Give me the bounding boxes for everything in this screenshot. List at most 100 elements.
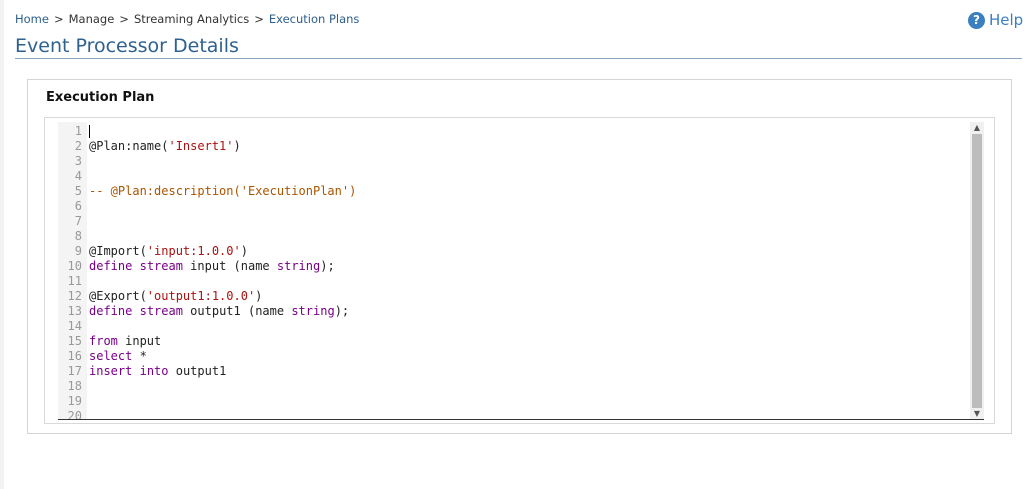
line-text: insert into output1 bbox=[87, 364, 226, 379]
code-token: -- @Plan:description('ExecutionPlan') bbox=[89, 184, 357, 198]
code-token: ) bbox=[255, 289, 263, 303]
code-token: ) bbox=[240, 244, 248, 258]
code-token: into bbox=[139, 364, 169, 378]
code-token: @Plan:name( bbox=[89, 139, 169, 153]
code-line[interactable]: 2 @Plan:name('Insert1') bbox=[58, 139, 970, 154]
line-number: 18 bbox=[67, 379, 82, 393]
line-text bbox=[87, 274, 89, 289]
code-line[interactable]: 20 bbox=[58, 409, 970, 420]
editor-frame: 1 2 @Plan:name('Insert1') 3 4 5 -- @Plan:descr… bbox=[44, 117, 995, 424]
code-line[interactable]: 16 select * bbox=[58, 349, 970, 364]
line-text: define stream output1 (name string); bbox=[87, 304, 349, 319]
code-token: input (name bbox=[182, 259, 277, 273]
help-link[interactable]: ? Help bbox=[968, 11, 1023, 29]
editor-scrollbar[interactable]: ▲ ▼ bbox=[970, 122, 984, 419]
line-number: 3 bbox=[74, 154, 82, 168]
code-token: 'input:1.0.0' bbox=[146, 244, 241, 258]
code-line[interactable]: 18 bbox=[58, 379, 970, 394]
code-token: define bbox=[89, 259, 133, 273]
breadcrumb-separator: > bbox=[254, 12, 264, 26]
code-token: string bbox=[291, 304, 335, 318]
code-line[interactable]: 6 bbox=[58, 199, 970, 214]
line-number: 5 bbox=[74, 184, 82, 198]
code-lines[interactable]: 1 2 @Plan:name('Insert1') 3 4 5 -- @Plan:descr… bbox=[58, 124, 970, 420]
breadcrumb-execution-plans[interactable]: Execution Plans bbox=[269, 12, 360, 26]
code-line[interactable]: 13 define stream output1 (name string); bbox=[58, 304, 970, 319]
line-number: 10 bbox=[67, 259, 82, 273]
code-line[interactable]: 5 -- @Plan:description('ExecutionPlan') bbox=[58, 184, 970, 199]
code-token: ) bbox=[233, 139, 241, 153]
title-divider bbox=[15, 58, 1022, 59]
code-token: from bbox=[89, 334, 118, 348]
code-editor[interactable]: 1 2 @Plan:name('Insert1') 3 4 5 -- @Plan:descr… bbox=[58, 122, 984, 420]
line-text bbox=[87, 409, 89, 419]
code-token: 'output1:1.0.0' bbox=[146, 289, 256, 303]
line-text bbox=[87, 199, 89, 214]
line-number: 11 bbox=[67, 274, 82, 288]
line-text bbox=[87, 169, 89, 184]
code-token: output1 (name bbox=[182, 304, 292, 318]
line-text: @Plan:name('Insert1') bbox=[87, 139, 241, 154]
code-line[interactable]: 10 define stream input (name string); bbox=[58, 259, 970, 274]
line-text bbox=[87, 229, 89, 244]
line-number: 12 bbox=[67, 289, 82, 303]
line-number: 16 bbox=[67, 349, 82, 363]
code-token: define bbox=[89, 304, 133, 318]
code-line[interactable]: 8 bbox=[58, 229, 970, 244]
code-line[interactable]: 7 bbox=[58, 214, 970, 229]
line-number: 7 bbox=[74, 214, 82, 228]
code-line[interactable]: 9 @Import('input:1.0.0') bbox=[58, 244, 970, 259]
breadcrumb-streaming-analytics: Streaming Analytics bbox=[133, 12, 250, 26]
left-edge-strip bbox=[0, 0, 4, 489]
code-line[interactable]: 4 bbox=[58, 169, 970, 184]
breadcrumb-separator: > bbox=[119, 12, 129, 26]
help-label: Help bbox=[989, 11, 1024, 29]
line-text bbox=[87, 319, 89, 334]
line-number: 20 bbox=[67, 409, 82, 420]
code-line[interactable]: 12 @Export('output1:1.0.0') bbox=[58, 289, 970, 304]
line-number: 6 bbox=[74, 199, 82, 213]
code-line[interactable]: 17 insert into output1 bbox=[58, 364, 970, 379]
breadcrumb-home[interactable]: Home bbox=[15, 12, 49, 26]
scroll-down-arrow-icon[interactable]: ▼ bbox=[970, 408, 984, 419]
code-line[interactable]: 19 bbox=[58, 394, 970, 409]
line-text bbox=[87, 394, 89, 409]
line-text: from input bbox=[87, 334, 161, 349]
code-token: ); bbox=[334, 304, 350, 318]
code-line[interactable]: 3 bbox=[58, 154, 970, 169]
scroll-up-arrow-icon[interactable]: ▲ bbox=[970, 122, 984, 134]
page-title: Event Processor Details bbox=[15, 35, 239, 57]
code-line[interactable]: 15 from input bbox=[58, 334, 970, 349]
code-token: stream bbox=[139, 259, 183, 273]
line-number: 1 bbox=[74, 124, 82, 138]
line-number: 14 bbox=[67, 319, 82, 333]
code-line[interactable]: 14 bbox=[58, 319, 970, 334]
code-token: insert bbox=[89, 364, 133, 378]
code-token: @Import( bbox=[89, 244, 147, 258]
line-number: 4 bbox=[74, 169, 82, 183]
execution-plan-panel: Execution Plan 1 2 @Plan:name('Insert1') 3 4… bbox=[27, 79, 1012, 434]
code-token: * bbox=[132, 349, 147, 363]
line-text bbox=[87, 214, 89, 229]
breadcrumb: Home > Manage > Streaming Analytics > Executio… bbox=[15, 12, 359, 26]
code-line[interactable]: 11 bbox=[58, 274, 970, 289]
code-token: output1 bbox=[168, 364, 227, 378]
line-text: @Import('input:1.0.0') bbox=[87, 244, 248, 259]
line-text bbox=[87, 124, 90, 139]
line-number: 19 bbox=[67, 394, 82, 408]
line-text bbox=[87, 154, 89, 169]
code-token: stream bbox=[139, 304, 183, 318]
line-number: 8 bbox=[74, 229, 82, 243]
question-circle-icon: ? bbox=[968, 11, 985, 29]
code-line[interactable]: 1 bbox=[58, 124, 970, 139]
scrollbar-thumb[interactable] bbox=[972, 134, 982, 408]
panel-title: Execution Plan bbox=[46, 90, 155, 105]
line-number: 13 bbox=[67, 304, 82, 318]
line-number: 9 bbox=[74, 244, 82, 258]
line-text: @Export('output1:1.0.0') bbox=[87, 289, 262, 304]
code-token: input bbox=[117, 334, 162, 348]
code-token: 'Insert1' bbox=[168, 139, 234, 153]
text-cursor bbox=[89, 125, 90, 138]
